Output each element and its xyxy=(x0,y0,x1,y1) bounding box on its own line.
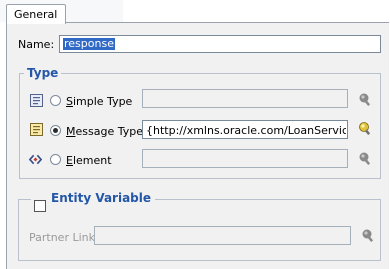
entity-variable-checkbox[interactable] xyxy=(34,200,46,212)
simple-type-label-rest: imple Type xyxy=(72,95,133,108)
name-input-value: response xyxy=(63,37,115,50)
type-group-title: Type xyxy=(24,66,62,80)
element-browse-icon[interactable] xyxy=(358,151,372,165)
partner-link-label-text: Partner Link: xyxy=(29,231,99,244)
name-label-text: Name: xyxy=(18,38,55,51)
simple-type-radio[interactable] xyxy=(50,95,61,106)
partner-link-browse-icon[interactable] xyxy=(361,228,375,242)
partner-link-label: Partner Link: xyxy=(29,231,99,244)
message-type-field[interactable]: {http://xmlns.oracle.com/LoanService}Loa xyxy=(142,120,348,139)
element-field xyxy=(142,149,348,168)
element-mnemonic: E xyxy=(66,154,73,167)
message-type-browse-icon[interactable] xyxy=(358,121,372,135)
entity-variable-title: Entity Variable xyxy=(31,191,156,205)
message-type-label-rest: essage Type xyxy=(75,125,143,138)
message-type-value: {http://xmlns.oracle.com/LoanService}Loa xyxy=(146,124,346,137)
element-radio[interactable] xyxy=(50,154,61,165)
simple-type-mnemonic: S xyxy=(66,95,73,108)
message-type-mnemonic: M xyxy=(66,125,76,138)
message-type-radio[interactable] xyxy=(50,125,61,136)
name-label: Name: xyxy=(18,38,54,51)
name-input[interactable]: response xyxy=(59,35,381,53)
tab-general-label: General xyxy=(14,8,58,21)
message-type-label: Message Type xyxy=(66,125,143,138)
entity-variable-title-text: Entity Variable xyxy=(51,191,152,205)
simple-type-field xyxy=(142,89,348,108)
partner-link-field xyxy=(94,226,351,245)
simple-type-icon xyxy=(30,94,43,107)
message-type-icon xyxy=(30,123,43,136)
simple-type-label: Simple Type xyxy=(66,95,132,108)
tab-general[interactable]: General xyxy=(6,4,66,24)
element-label-rest: lement xyxy=(72,154,112,167)
element-label: Element xyxy=(66,154,112,167)
simple-type-browse-icon[interactable] xyxy=(358,92,372,106)
element-icon xyxy=(29,154,42,165)
